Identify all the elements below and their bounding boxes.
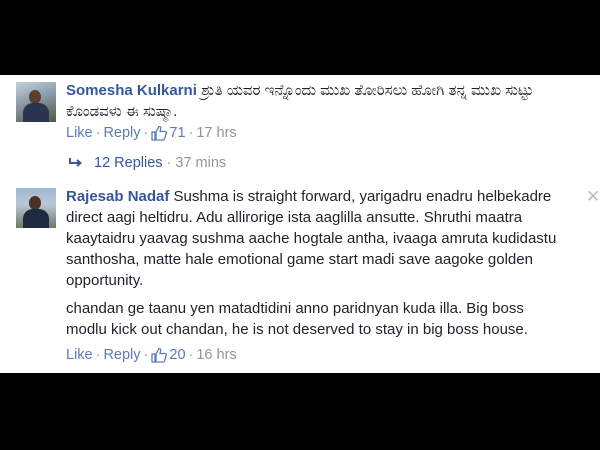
close-icon[interactable]: ✕ (586, 188, 600, 205)
replies-link[interactable]: 12 Replies (94, 155, 163, 171)
avatar-body (23, 103, 49, 122)
like-count[interactable]: 20 (169, 347, 185, 363)
avatar-head (29, 90, 41, 104)
separator: · (95, 347, 101, 363)
comment-actions: Like · Reply · 20 · 16 hrs (66, 347, 237, 363)
replies-row[interactable]: 12 Replies · 37 mins (68, 155, 226, 171)
like-count[interactable]: 71 (169, 125, 185, 141)
comment-text-paragraph: chandan ge taanu yen matadtidini anno pa… (66, 300, 528, 338)
separator: · (143, 125, 149, 141)
replies-timestamp[interactable]: 37 mins (175, 155, 226, 171)
thumbs-up-icon[interactable] (151, 347, 168, 363)
separator: · (166, 155, 172, 171)
reply-link[interactable]: Reply (103, 347, 140, 363)
separator: · (188, 347, 194, 363)
comment-actions: Like · Reply · 71 · 17 hrs (66, 125, 237, 141)
timestamp[interactable]: 16 hrs (196, 347, 236, 363)
thumbs-up-icon[interactable] (151, 125, 168, 141)
separator: · (143, 347, 149, 363)
author-name[interactable]: Somesha Kulkarni (66, 82, 197, 99)
reply-arrow-icon (69, 158, 83, 167)
avatar-body (23, 209, 49, 228)
separator: · (95, 125, 101, 141)
timestamp[interactable]: 17 hrs (196, 125, 236, 141)
separator: · (188, 125, 194, 141)
avatar[interactable] (16, 82, 56, 122)
like-link[interactable]: Like (66, 125, 93, 141)
author-name[interactable]: Rajesab Nadaf (66, 188, 169, 205)
like-link[interactable]: Like (66, 347, 93, 363)
comment-body: Rajesab Nadaf Sushma is straight forward… (66, 186, 576, 291)
avatar[interactable] (16, 188, 56, 228)
comment-body: Somesha Kulkarni ಶ್ರುತಿ ಯವರ ಇನ್ನೊಂದು ಮುಖ… (66, 80, 566, 122)
avatar-head (29, 196, 41, 210)
reply-link[interactable]: Reply (103, 125, 140, 141)
